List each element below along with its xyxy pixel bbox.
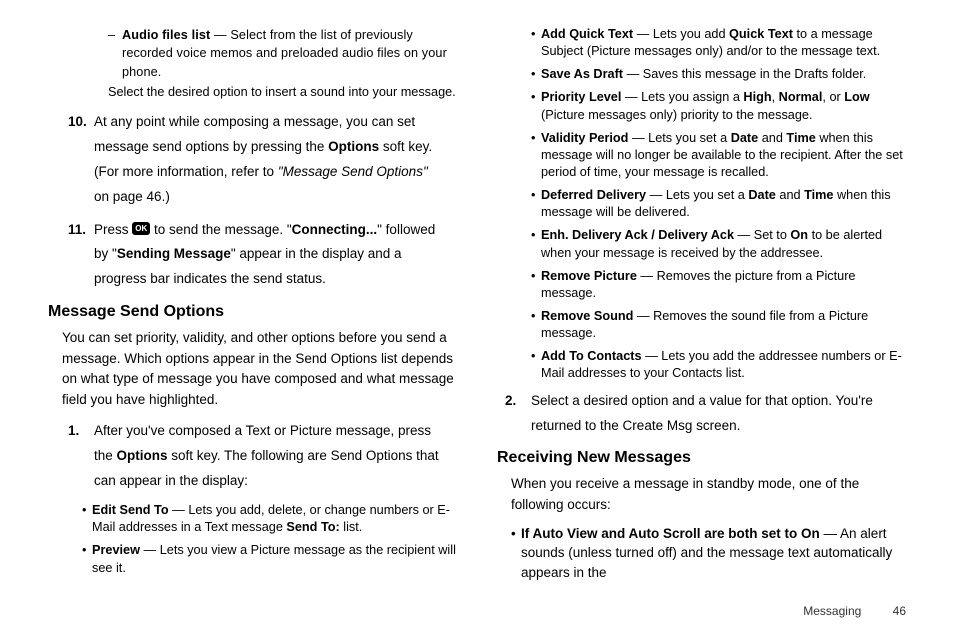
audio-files-title: Audio files list (122, 28, 210, 42)
step-10-num: 10. (68, 110, 94, 210)
bullet-priority: • Priority Level — Lets you assign a Hig… (531, 89, 906, 123)
bullet-deferred: • Deferred Delivery — Lets you set a Dat… (531, 187, 906, 221)
audio-files-dash: – Audio files list — Select from the lis… (108, 26, 457, 81)
bullet-edit-send-to: • Edit Send To — Lets you add, delete, o… (82, 502, 457, 536)
right-column: • Add Quick Text — Lets you add Quick Te… (497, 26, 906, 586)
step-1: 1. After you've composed a Text or Pictu… (68, 419, 457, 494)
step-2-num: 2. (505, 389, 531, 439)
step-10: 10. At any point while composing a messa… (68, 110, 457, 210)
receiving-intro: When you receive a message in standby mo… (511, 474, 906, 516)
bullet-save-draft: • Save As Draft — Saves this message in … (531, 66, 906, 83)
ok-icon: OK (132, 222, 150, 235)
step-11-num: 11. (68, 218, 94, 293)
heading-receiving: Receiving New Messages (497, 446, 906, 469)
step-2: 2. Select a desired option and a value f… (505, 389, 906, 439)
bullet-add-contacts: • Add To Contacts — Lets you add the add… (531, 348, 906, 382)
bullet-auto-view: • If Auto View and Auto Scroll are both … (511, 524, 906, 583)
bullet-add-quick-text: • Add Quick Text — Lets you add Quick Te… (531, 26, 906, 60)
left-column: – Audio files list — Select from the lis… (48, 26, 457, 586)
bullet-preview: • Preview — Lets you view a Picture mess… (82, 542, 457, 576)
page-footer: Messaging 46 (803, 604, 906, 618)
heading-send-options: Message Send Options (48, 300, 457, 323)
bullet-validity: • Validity Period — Lets you set a Date … (531, 130, 906, 181)
page-columns: – Audio files list — Select from the lis… (48, 26, 906, 586)
step-11: 11. Press OK to send the message. "Conne… (68, 218, 457, 293)
audio-note: Select the desired option to insert a so… (108, 83, 457, 101)
bullet-remove-sound: • Remove Sound — Removes the sound file … (531, 308, 906, 342)
step-1-num: 1. (68, 419, 94, 494)
bullet-remove-picture: • Remove Picture — Removes the picture f… (531, 268, 906, 302)
footer-page: 46 (893, 604, 906, 618)
step-2-text: Select a desired option and a value for … (531, 389, 906, 439)
bullet-enh-ack: • Enh. Delivery Ack / Delivery Ack — Set… (531, 227, 906, 261)
footer-section: Messaging (803, 604, 861, 618)
send-options-intro: You can set priority, validity, and othe… (62, 328, 457, 412)
